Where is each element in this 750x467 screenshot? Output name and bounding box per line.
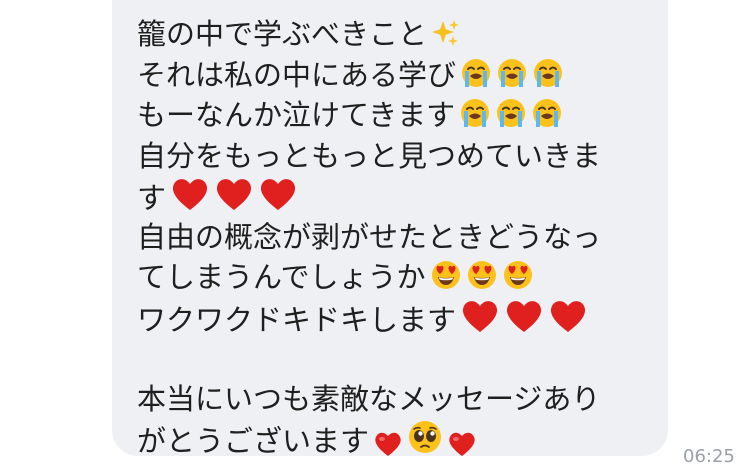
message-line: がとうございます: [137, 419, 637, 460]
heart-eyes-face-icon: [502, 259, 534, 291]
pleading-face-icon: [407, 419, 443, 455]
red-heart-icon: [258, 176, 298, 212]
crying-face-icon: [460, 57, 492, 89]
line-text: 本当にいつも素敵なメッセージあり: [137, 381, 601, 416]
line-text: ワクワクドキドキします: [137, 302, 457, 337]
line-text: 自由の概念が剥がせたときどうなっ: [137, 219, 602, 254]
message-line: ワクワクドキドキします: [137, 298, 637, 339]
line-text: てしまうんでしょうか: [137, 260, 426, 294]
message-line: もーなんか泣けてきます: [137, 95, 637, 136]
message-line: 本当にいつも素敵なメッセージあり: [137, 379, 637, 420]
crying-face-icon: [495, 97, 527, 129]
message-line: す: [137, 176, 637, 217]
heart-small-icon: [373, 430, 403, 458]
heart-eyes-face-icon: [466, 259, 498, 291]
message-text: 籠の中で学ぶべきこと それは私の中にある学び もーなんか泣けてきます 自分をもっ…: [137, 14, 637, 460]
heart-small-icon: [447, 430, 477, 458]
line-text: 自分をもっともっと見つめていきま: [137, 138, 602, 173]
sparkles-icon: [431, 18, 461, 48]
heart-eyes-face-icon: [430, 259, 462, 291]
message-timestamp: 06:25: [683, 446, 735, 467]
red-heart-icon: [460, 298, 500, 334]
line-text: がとうございます: [137, 424, 370, 458]
crying-face-icon: [459, 97, 491, 129]
line-text: もーなんか泣けてきます: [137, 98, 456, 132]
message-line: それは私の中にある学び: [137, 55, 637, 96]
line-text: す: [137, 181, 167, 215]
message-line: 自由の概念が剥がせたときどうなっ: [137, 217, 637, 258]
line-text: 籠の中で学ぶべきこと: [137, 17, 428, 51]
crying-face-icon: [496, 57, 528, 89]
red-heart-icon: [214, 176, 254, 212]
message-line: 籠の中で学ぶべきこと: [137, 14, 637, 55]
red-heart-icon: [548, 298, 588, 334]
red-heart-icon: [170, 176, 210, 212]
crying-face-icon: [531, 97, 563, 129]
red-heart-icon: [504, 298, 544, 334]
line-text: それは私の中にある学び: [137, 57, 457, 92]
message-line: てしまうんでしょうか: [137, 257, 637, 298]
message-line: 自分をもっともっと見つめていきま: [137, 136, 637, 177]
crying-face-icon: [532, 57, 564, 89]
